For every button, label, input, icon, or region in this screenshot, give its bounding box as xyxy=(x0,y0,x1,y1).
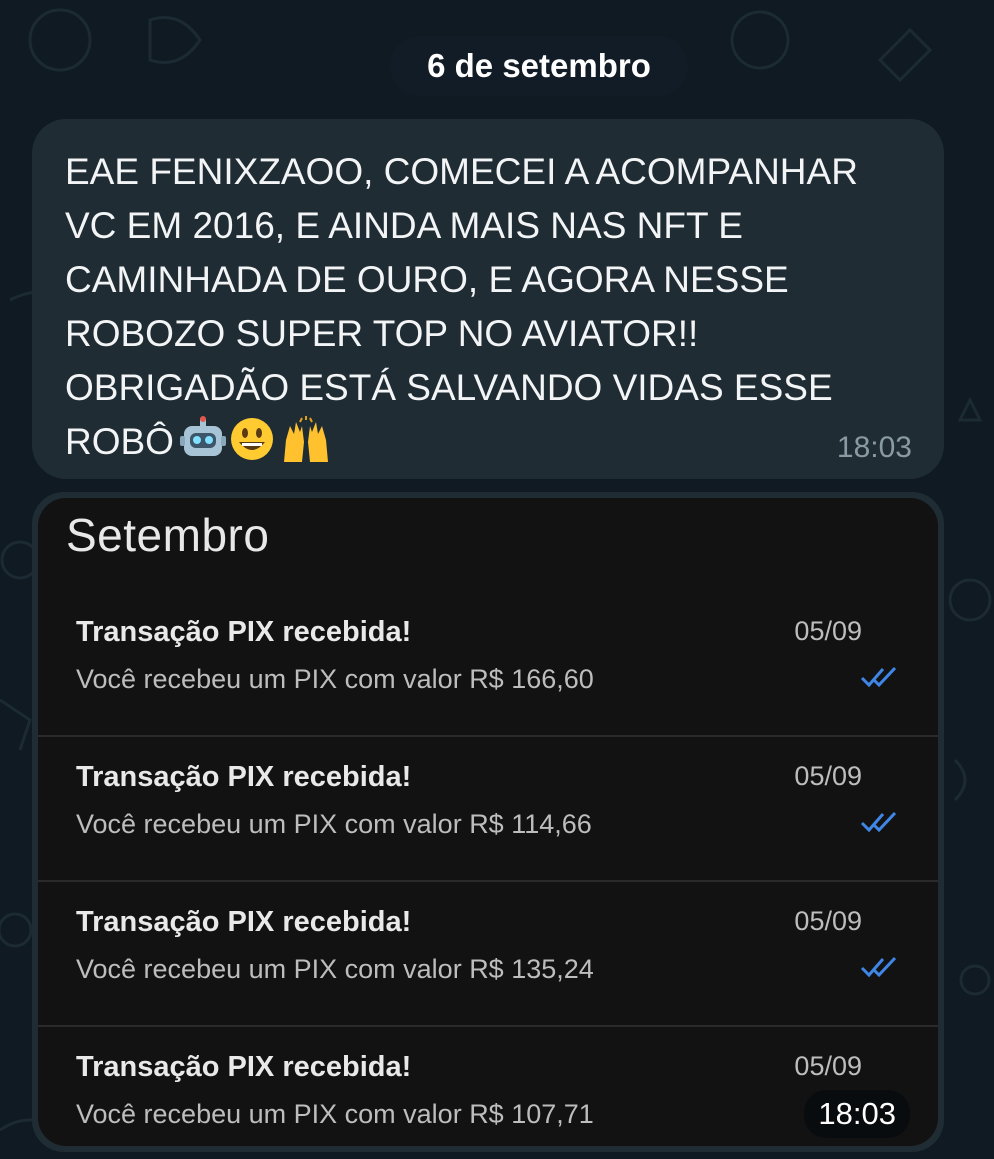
transaction-title: Transação PIX recebida! xyxy=(76,761,412,793)
transaction-title: Transação PIX recebida! xyxy=(76,906,412,938)
transactions-screenshot[interactable]: Setembro Transação PIX recebida! 05/09 V… xyxy=(38,498,938,1146)
date-separator: 6 de setembro xyxy=(390,36,688,96)
message-timestamp: 18:03 xyxy=(836,431,912,464)
transaction-date: 05/09 xyxy=(794,616,862,646)
double-check-icon xyxy=(860,666,897,688)
transaction-description: Você recebeu um PIX com valor R$ 135,24 xyxy=(76,954,594,984)
transaction-date: 05/09 xyxy=(794,761,862,791)
grinning-face-emoji xyxy=(230,418,273,460)
transaction-title: Transação PIX recebida! xyxy=(76,616,412,648)
double-check-icon xyxy=(860,811,897,833)
raising-hands-emoji xyxy=(283,416,328,462)
transaction-description: Você recebeu um PIX com valor R$ 114,66 xyxy=(76,809,592,839)
transaction-row: Transação PIX recebida! 05/09 Você receb… xyxy=(38,880,938,1027)
transaction-row: Transação PIX recebida! 05/09 Você receb… xyxy=(38,590,938,737)
month-title: Setembro xyxy=(66,509,270,561)
transaction-date: 05/09 xyxy=(794,1051,862,1081)
incoming-message-bubble[interactable]: EAE FENIXZAOO, COMECEI A ACOMPANHAR VC E… xyxy=(32,119,944,479)
image-message-bubble[interactable]: Setembro Transação PIX recebida! 05/09 V… xyxy=(32,492,944,1152)
transaction-description: Você recebeu um PIX com valor R$ 107,71 xyxy=(76,1099,594,1129)
transaction-date: 05/09 xyxy=(794,906,862,936)
message-text: EAE FENIXZAOO, COMECEI A ACOMPANHAR VC E… xyxy=(65,145,915,469)
transaction-title: Transação PIX recebida! xyxy=(76,1051,412,1083)
emoji-group xyxy=(179,416,337,464)
transaction-description: Você recebeu um PIX com valor R$ 166,60 xyxy=(76,664,594,694)
transaction-row: Transação PIX recebida! 05/09 Você receb… xyxy=(38,735,938,882)
transaction-row: Transação PIX recebida! 05/09 Você receb… xyxy=(38,1025,938,1146)
double-check-icon xyxy=(860,956,897,978)
image-timestamp: 18:03 xyxy=(804,1090,910,1138)
robot-emoji xyxy=(179,416,226,456)
